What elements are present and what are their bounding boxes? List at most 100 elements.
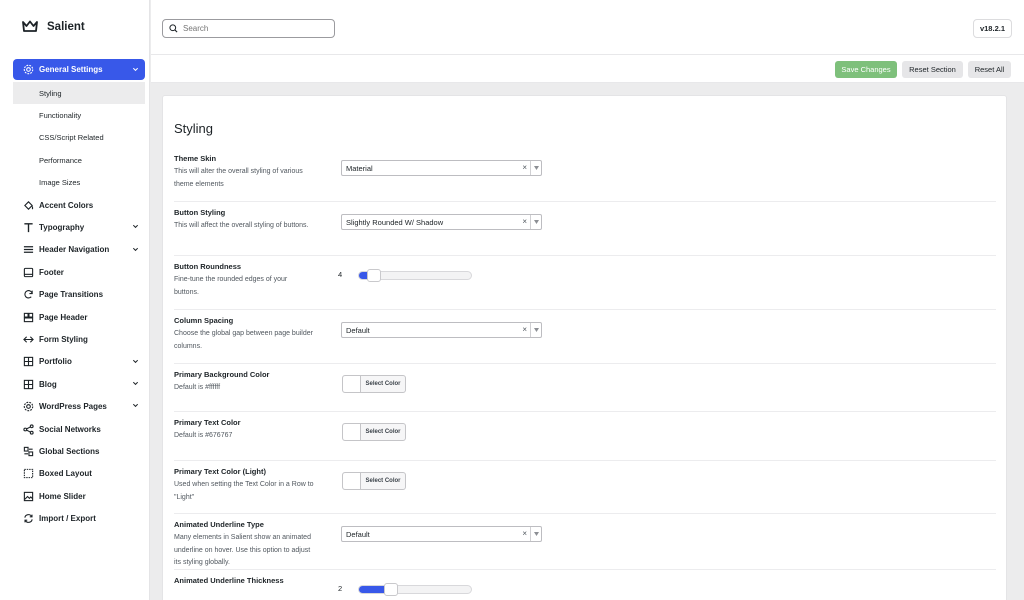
- dropdown-arrow-icon[interactable]: [530, 527, 541, 541]
- gear-icon: [23, 64, 34, 75]
- sidebar-item-global-sections[interactable]: Global Sections: [13, 440, 145, 462]
- sidebar-item-label: Boxed Layout: [39, 469, 92, 479]
- menu-icon: [23, 244, 34, 255]
- sidebar-item-blog[interactable]: Blog: [13, 373, 145, 395]
- select-color-label: Select Color: [365, 429, 401, 435]
- sidebar-item-label: Portfolio: [39, 357, 72, 367]
- primary-background-color-color-picker[interactable]: Select Color: [342, 375, 406, 393]
- setting-label: Button Styling: [174, 208, 226, 217]
- sidebar-item-label: Import / Export: [39, 514, 96, 524]
- image-icon: [23, 491, 34, 502]
- setting-description: Default is #676767: [174, 432, 233, 439]
- sidebar-subitem-styling[interactable]: Styling: [13, 82, 145, 105]
- setting-row-animated-underline-thickness: Animated Underline Thickness 2: [174, 576, 996, 600]
- sidebar-item-label: General Settings: [39, 65, 103, 74]
- color-swatch: [343, 376, 361, 392]
- setting-row-button-styling: Button Styling This will affect the overa…: [174, 208, 996, 256]
- clear-icon[interactable]: ×: [522, 217, 527, 226]
- sidebar-item-typography[interactable]: Typography: [13, 216, 145, 238]
- brand[interactable]: Salient: [22, 20, 85, 33]
- setting-description: This will affect the overall styling of …: [174, 222, 309, 229]
- animated-underline-type-select[interactable]: Default ×: [341, 526, 542, 542]
- setting-row-column-spacing: Column Spacing Choose the global gap betw…: [174, 316, 996, 364]
- slider-value: 2: [338, 584, 343, 593]
- top-bar: v18.2.1: [151, 0, 1024, 55]
- action-bar: Save Changes Reset Section Reset All: [151, 55, 1024, 83]
- sidebar-item-portfolio[interactable]: Portfolio: [13, 351, 145, 373]
- sidebar-item-accent-colors[interactable]: Accent Colors: [13, 194, 145, 216]
- sidebar-item-header-navigation[interactable]: Header Navigation: [13, 239, 145, 261]
- button-roundness-slider[interactable]: [358, 269, 472, 282]
- dropdown-arrow-icon[interactable]: [530, 161, 541, 175]
- setting-row-animated-underline-type: Animated Underline Type Many elements in …: [174, 520, 996, 570]
- column-spacing-select[interactable]: Default ×: [341, 322, 542, 338]
- sidebar-item-page-header[interactable]: Page Header: [13, 306, 145, 328]
- sidebar-subitem-functionality[interactable]: Functionality: [13, 104, 145, 126]
- setting-description: Many elements in Salient show an animate…: [174, 534, 311, 566]
- primary-text-color-color-picker[interactable]: Select Color: [342, 423, 406, 441]
- sidebar-item-label: Page Header: [39, 312, 88, 322]
- dropdown-arrow-icon[interactable]: [530, 215, 541, 229]
- setting-row-primary-background-color: Primary Background Color Default is #ffff…: [174, 370, 996, 412]
- clear-icon[interactable]: ×: [522, 163, 527, 172]
- primary-text-color-light-color-picker[interactable]: Select Color: [342, 472, 406, 490]
- sidebar-item-page-transitions[interactable]: Page Transitions: [13, 284, 145, 306]
- setting-row-primary-text-color-light: Primary Text Color (Light) Used when sett…: [174, 467, 996, 514]
- button-styling-select[interactable]: Slightly Rounded W/ Shadow ×: [341, 214, 542, 230]
- chevron-down-icon: [132, 404, 139, 408]
- sidebar-item-footer[interactable]: Footer: [13, 261, 145, 283]
- select-value: Default: [346, 529, 370, 539]
- chevron-down-icon: [132, 359, 139, 363]
- sidebar-item-wordpress-pages[interactable]: WordPress Pages: [13, 395, 145, 417]
- sidebar-nav: General Settings Styling Functionality CSS…: [13, 59, 145, 530]
- select-value: Default: [346, 325, 370, 335]
- clear-icon[interactable]: ×: [522, 529, 527, 538]
- sidebar-item-label: Page Transitions: [39, 290, 104, 300]
- animated-underline-thickness-slider[interactable]: [358, 583, 472, 596]
- sidebar-item-form-styling[interactable]: Form Styling: [13, 328, 145, 350]
- setting-label: Theme Skin: [174, 154, 217, 163]
- chevron-down-icon: [132, 67, 139, 72]
- sync-icon: [23, 513, 34, 524]
- sidebar-item-label: Footer: [39, 267, 64, 277]
- sidebar-subitem-performance[interactable]: Performance: [13, 149, 145, 171]
- sections-icon: [23, 446, 34, 457]
- sidebar-item-label: Form Styling: [39, 334, 88, 344]
- sidebar-item-label: Typography: [39, 223, 85, 233]
- sidebar-item-label: Accent Colors: [39, 200, 94, 210]
- reset-all-button[interactable]: Reset All: [968, 61, 1011, 78]
- search-box[interactable]: [162, 19, 335, 38]
- theme-skin-select[interactable]: Material ×: [341, 160, 542, 176]
- setting-description: Choose the global gap between page build…: [174, 330, 313, 350]
- setting-row-primary-text-color: Primary Text Color Default is #676767 Sel…: [174, 418, 996, 461]
- slider-handle[interactable]: [384, 583, 398, 596]
- dropdown-arrow-icon[interactable]: [530, 323, 541, 337]
- version-badge: v18.2.1: [972, 19, 1012, 38]
- sidebar-subitem-image-sizes[interactable]: Image Sizes: [13, 172, 145, 194]
- paint-bucket-icon: [23, 200, 34, 211]
- typography-icon: [23, 222, 34, 233]
- sidebar-item-label: Global Sections: [39, 446, 100, 456]
- sidebar: Salient General Settings Styling Function…: [0, 0, 150, 600]
- sidebar-item-boxed-layout[interactable]: Boxed Layout: [13, 463, 145, 485]
- sidebar-item-general-settings[interactable]: General Settings: [13, 59, 145, 80]
- slider-handle[interactable]: [367, 269, 381, 282]
- select-color-label: Select Color: [365, 381, 401, 387]
- reset-section-button[interactable]: Reset Section: [902, 61, 963, 78]
- setting-label: Animated Underline Thickness: [174, 576, 284, 585]
- sidebar-item-social-networks[interactable]: Social Networks: [13, 418, 145, 440]
- setting-row-button-roundness: Button Roundness Fine-tune the rounded ed…: [174, 262, 996, 310]
- save-changes-button[interactable]: Save Changes: [835, 61, 897, 78]
- setting-description: Default is #ffffff: [174, 384, 221, 391]
- sidebar-item-home-slider[interactable]: Home Slider: [13, 485, 145, 507]
- setting-description: Used when setting the Text Color in a Ro…: [174, 481, 314, 501]
- sidebar-item-label: Header Navigation: [39, 245, 110, 255]
- sidebar-subitem-css-script-related[interactable]: CSS/Script Related: [13, 127, 145, 149]
- setting-label: Button Roundness: [174, 262, 242, 271]
- chevron-down-icon: [132, 225, 139, 229]
- sidebar-item-import-export[interactable]: Import / Export: [13, 507, 145, 529]
- search-input[interactable]: [183, 24, 323, 33]
- clear-icon[interactable]: ×: [522, 325, 527, 334]
- setting-description: Fine-tune the rounded edges of your butt…: [174, 276, 288, 296]
- setting-description: This will alter the overall styling of v…: [174, 168, 303, 188]
